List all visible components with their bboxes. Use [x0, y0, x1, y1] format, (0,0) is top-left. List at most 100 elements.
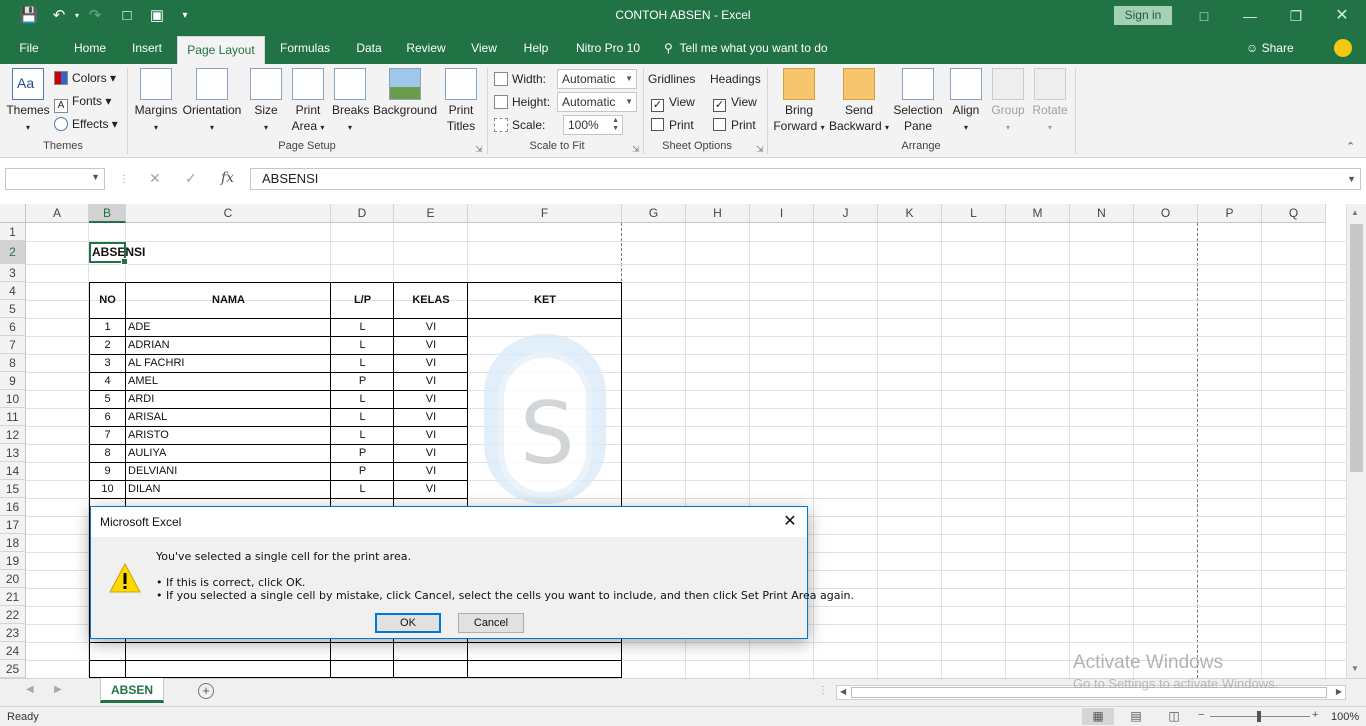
- tab-insert[interactable]: Insert: [124, 32, 170, 64]
- column-header[interactable]: H: [686, 204, 750, 223]
- sign-in-button[interactable]: Sign in: [1114, 6, 1172, 25]
- send-backward-button[interactable]: Send Backward ▾: [828, 68, 890, 136]
- tab-nitro[interactable]: Nitro Pro 10: [570, 32, 646, 64]
- column-header[interactable]: C: [126, 204, 331, 223]
- scroll-left-icon[interactable]: ◀: [840, 687, 846, 696]
- resize-handle-icon[interactable]: ⋮: [119, 174, 129, 185]
- customize-toolbar-icon[interactable]: ▾: [174, 6, 196, 26]
- active-cell-selection[interactable]: [89, 242, 128, 265]
- print-preview-icon[interactable]: ▣: [146, 6, 168, 26]
- column-header[interactable]: Q: [1262, 204, 1326, 223]
- column-header[interactable]: G: [622, 204, 686, 223]
- row-header[interactable]: 10: [0, 390, 26, 408]
- column-header[interactable]: I: [750, 204, 814, 223]
- row-header[interactable]: 18: [0, 534, 26, 552]
- column-header[interactable]: O: [1134, 204, 1198, 223]
- column-header[interactable]: P: [1198, 204, 1262, 223]
- column-header[interactable]: N: [1070, 204, 1134, 223]
- row-header[interactable]: 15: [0, 480, 26, 498]
- close-window-icon[interactable]: ✕: [1322, 4, 1362, 28]
- tab-splitter-icon[interactable]: ⋮: [818, 685, 828, 696]
- select-all-corner[interactable]: [0, 204, 26, 223]
- row-header[interactable]: 4: [0, 282, 26, 300]
- sheet-options-launcher-icon[interactable]: ⇲: [756, 144, 764, 155]
- tab-review[interactable]: Review: [400, 32, 452, 64]
- ribbon-display-icon[interactable]: □: [1184, 4, 1224, 28]
- zoom-out-icon[interactable]: −: [1198, 709, 1204, 721]
- row-header[interactable]: 8: [0, 354, 26, 372]
- tell-me-search[interactable]: ⚲ Tell me what you want to do: [664, 32, 854, 64]
- row-header[interactable]: 14: [0, 462, 26, 480]
- colors-button[interactable]: Colors ▾: [54, 70, 116, 86]
- scale-launcher-icon[interactable]: ⇲: [632, 144, 640, 155]
- tab-view[interactable]: View: [462, 32, 506, 64]
- zoom-level[interactable]: 100%: [1331, 711, 1359, 723]
- save-icon[interactable]: 💾: [18, 6, 40, 26]
- prev-sheet-icon[interactable]: ◀: [26, 684, 34, 695]
- page-layout-view-icon[interactable]: ▤: [1120, 708, 1152, 725]
- size-button[interactable]: Size ▾: [250, 68, 282, 136]
- height-dropdown[interactable]: Automatic ▼: [557, 92, 637, 112]
- row-header[interactable]: 21: [0, 588, 26, 606]
- background-button[interactable]: Background: [372, 68, 438, 118]
- themes-button[interactable]: Aa Themes ▾: [6, 68, 50, 136]
- row-header[interactable]: 1: [0, 223, 26, 241]
- share-button[interactable]: ☺ Share: [1246, 32, 1294, 64]
- formula-input[interactable]: ABSENSI ▼: [250, 168, 1361, 190]
- row-header[interactable]: 17: [0, 516, 26, 534]
- sheet-tab-absen[interactable]: ABSEN: [100, 678, 164, 703]
- row-header[interactable]: 23: [0, 624, 26, 642]
- row-header[interactable]: 7: [0, 336, 26, 354]
- scroll-thumb[interactable]: [1350, 224, 1363, 472]
- scroll-up-icon[interactable]: ▲: [1351, 208, 1359, 217]
- bring-forward-button[interactable]: Bring Forward ▾: [772, 68, 826, 136]
- orientation-button[interactable]: Orientation ▾: [180, 68, 244, 136]
- print-area-button[interactable]: Print Area ▾: [288, 68, 328, 136]
- gridlines-print-checkbox[interactable]: Print: [651, 117, 694, 133]
- tab-home[interactable]: Home: [64, 32, 116, 64]
- normal-view-icon[interactable]: ▦: [1082, 708, 1114, 725]
- column-header[interactable]: F: [468, 204, 622, 223]
- gridlines-view-checkbox[interactable]: ✓ View: [651, 94, 695, 112]
- column-header[interactable]: D: [331, 204, 394, 223]
- column-header[interactable]: M: [1006, 204, 1070, 223]
- row-header[interactable]: 2: [0, 241, 26, 264]
- tab-formulas[interactable]: Formulas: [274, 32, 336, 64]
- tab-page-layout[interactable]: Page Layout: [177, 36, 265, 64]
- close-icon[interactable]: ✕: [781, 511, 799, 533]
- scroll-down-icon[interactable]: ▼: [1351, 664, 1359, 673]
- zoom-in-icon[interactable]: +: [1312, 709, 1318, 721]
- row-header[interactable]: 25: [0, 660, 26, 678]
- column-header[interactable]: A: [26, 204, 89, 223]
- row-header[interactable]: 5: [0, 300, 26, 318]
- ok-button[interactable]: OK: [375, 613, 441, 633]
- insert-function-icon[interactable]: fx: [221, 170, 234, 186]
- page-break-view-icon[interactable]: ◫: [1158, 708, 1190, 725]
- minimize-icon[interactable]: —: [1230, 4, 1270, 28]
- zoom-slider-thumb[interactable]: [1257, 711, 1261, 722]
- row-header[interactable]: 24: [0, 642, 26, 660]
- new-file-icon[interactable]: □: [116, 6, 138, 26]
- breaks-button[interactable]: Breaks ▾: [332, 68, 369, 136]
- row-header[interactable]: 6: [0, 318, 26, 336]
- column-header[interactable]: K: [878, 204, 942, 223]
- headings-print-checkbox[interactable]: Print: [713, 117, 756, 133]
- column-header[interactable]: B: [89, 204, 126, 223]
- print-titles-button[interactable]: Print Titles: [442, 68, 480, 134]
- row-header[interactable]: 12: [0, 426, 26, 444]
- maximize-icon[interactable]: ❐: [1276, 4, 1316, 28]
- row-header[interactable]: 9: [0, 372, 26, 390]
- row-header[interactable]: 19: [0, 552, 26, 570]
- row-header[interactable]: 11: [0, 408, 26, 426]
- page-setup-launcher-icon[interactable]: ⇲: [475, 144, 483, 155]
- column-header[interactable]: J: [814, 204, 878, 223]
- collapse-ribbon-icon[interactable]: ⌃: [1346, 140, 1355, 153]
- selection-pane-button[interactable]: Selection Pane: [892, 68, 944, 134]
- cancel-button[interactable]: Cancel: [458, 613, 524, 633]
- tab-file[interactable]: File: [10, 32, 48, 64]
- tab-help[interactable]: Help: [516, 32, 556, 64]
- add-sheet-icon[interactable]: +: [198, 683, 214, 699]
- feedback-smiley-icon[interactable]: [1334, 39, 1352, 57]
- column-header[interactable]: E: [394, 204, 468, 223]
- scroll-right-icon[interactable]: ▶: [1336, 687, 1342, 696]
